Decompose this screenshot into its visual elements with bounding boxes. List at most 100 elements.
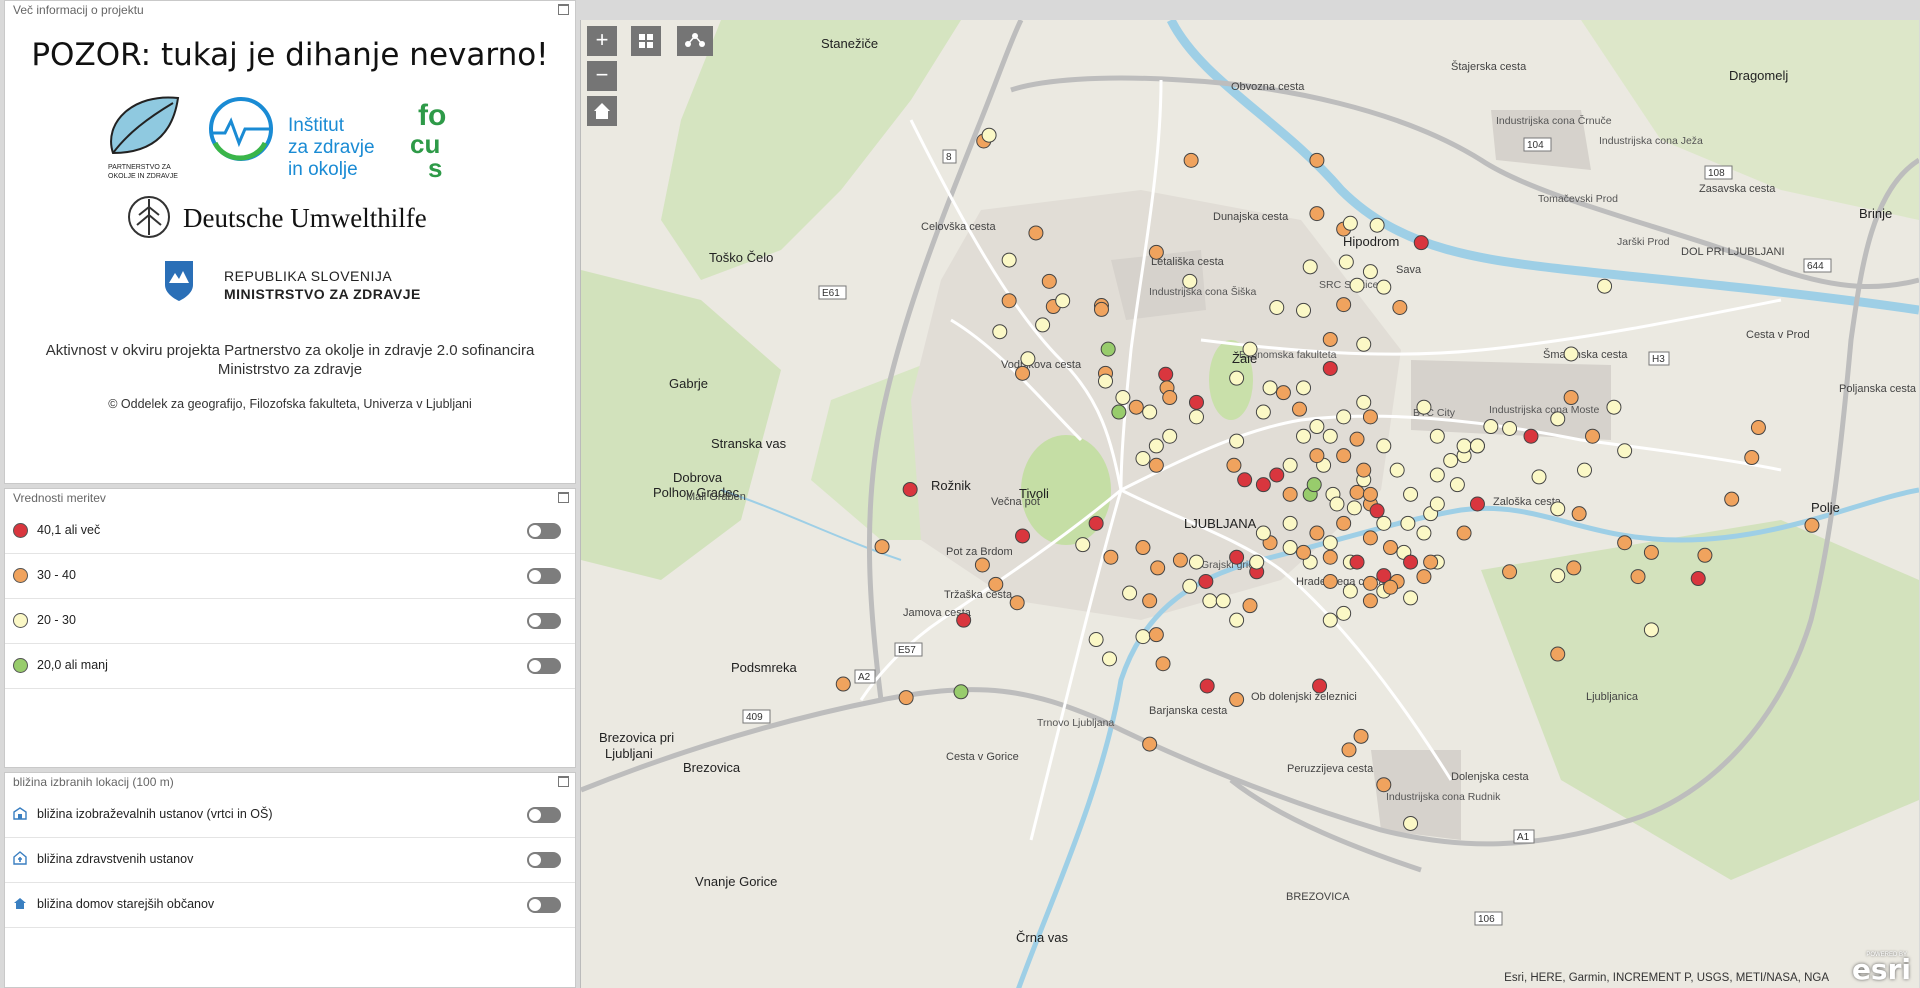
measurement-point[interactable] [1148, 627, 1164, 643]
measurement-point[interactable] [1135, 629, 1151, 645]
measurement-point[interactable] [902, 481, 918, 497]
measurement-point[interactable] [1416, 569, 1432, 585]
measurement-point[interactable] [1115, 390, 1131, 406]
measurement-point[interactable] [1376, 777, 1392, 793]
measurement-point[interactable] [1183, 152, 1199, 168]
measurement-point[interactable] [1093, 301, 1109, 317]
measurement-point[interactable] [1429, 467, 1445, 483]
measurement-point[interactable] [1362, 264, 1378, 280]
maximize-icon[interactable] [558, 492, 569, 503]
measurement-point[interactable] [1296, 302, 1312, 318]
measurement-point[interactable] [1028, 225, 1044, 241]
measurement-point[interactable] [1309, 419, 1325, 435]
measurement-point[interactable] [1423, 554, 1439, 570]
measurement-point[interactable] [1502, 420, 1518, 436]
measurement-point[interactable] [1135, 540, 1151, 556]
measurement-point[interactable] [1356, 394, 1372, 410]
measurement-point[interactable] [1550, 501, 1566, 517]
measurement-point[interactable] [974, 557, 990, 573]
measurement-point[interactable] [1336, 515, 1352, 531]
measurement-point[interactable] [1449, 477, 1465, 493]
measurement-point[interactable] [1296, 544, 1312, 560]
measurement-point[interactable] [1382, 540, 1398, 556]
map-view[interactable]: Stanežiče Dragomelj Brinje Toško Čelo Gabrje… [580, 20, 1919, 988]
measurement-point[interactable] [1403, 815, 1419, 831]
measurement-point[interactable] [1403, 486, 1419, 502]
measurement-point[interactable] [1469, 438, 1485, 454]
measurement-point[interactable] [1744, 450, 1760, 466]
measurement-point[interactable] [1550, 646, 1566, 662]
measurement-point[interactable] [874, 539, 890, 555]
measurement-point[interactable] [1041, 273, 1057, 289]
measurement-point[interactable] [1329, 496, 1345, 512]
measurement-point[interactable] [1075, 537, 1091, 553]
measurement-point[interactable] [1150, 560, 1166, 576]
measurement-point[interactable] [1188, 394, 1204, 410]
measurement-point[interactable] [1312, 678, 1328, 694]
zoom-out-button[interactable]: − [587, 61, 617, 91]
measurement-point[interactable] [1369, 217, 1385, 233]
measurement-point[interactable] [1309, 206, 1325, 222]
measurement-point[interactable] [953, 684, 969, 700]
measurement-point[interactable] [1001, 293, 1017, 309]
home-button[interactable] [587, 96, 617, 126]
measurement-point[interactable] [1188, 554, 1204, 570]
measurement-point[interactable] [1416, 525, 1432, 541]
measurement-point[interactable] [1571, 506, 1587, 522]
measurement-point[interactable] [1523, 428, 1539, 444]
measurement-point[interactable] [1015, 365, 1031, 381]
measurement-point[interactable] [1342, 215, 1358, 231]
measurement-point[interactable] [1296, 380, 1312, 396]
measurement-point[interactable] [1142, 736, 1158, 752]
measurement-point[interactable] [1309, 525, 1325, 541]
legend-toggle[interactable] [527, 658, 561, 674]
measurement-point[interactable] [1255, 477, 1271, 493]
measurement-point[interactable] [1369, 503, 1385, 519]
measurement-point[interactable] [1429, 428, 1445, 444]
measurement-point[interactable] [1215, 593, 1231, 609]
measurement-point[interactable] [1341, 742, 1357, 758]
measurement-point[interactable] [988, 576, 1004, 592]
measurement-point[interactable] [1055, 293, 1071, 309]
measurement-point[interactable] [1750, 420, 1766, 436]
measurement-point[interactable] [1309, 152, 1325, 168]
legend-toggle[interactable] [527, 613, 561, 629]
measurement-point[interactable] [1376, 438, 1392, 454]
measurement-point[interactable] [1349, 277, 1365, 293]
measurement-point[interactable] [1148, 438, 1164, 454]
measurement-point[interactable] [1429, 496, 1445, 512]
measurement-point[interactable] [1275, 385, 1291, 401]
measurement-point[interactable] [1100, 341, 1116, 357]
measurement-point[interactable] [1282, 515, 1298, 531]
measurement-point[interactable] [1336, 605, 1352, 621]
measurement-point[interactable] [1483, 419, 1499, 435]
measurement-point[interactable] [1322, 535, 1338, 551]
measurement-point[interactable] [1550, 568, 1566, 584]
measurement-point[interactable] [1617, 443, 1633, 459]
measurement-point[interactable] [1336, 409, 1352, 425]
measurement-point[interactable] [1502, 564, 1518, 580]
measurement-point[interactable] [1362, 486, 1378, 502]
measurement-point[interactable] [1306, 477, 1322, 493]
measurement-point[interactable] [1282, 457, 1298, 473]
measurement-point[interactable] [1172, 552, 1188, 568]
measurement-point[interactable] [1336, 297, 1352, 313]
measurement-point[interactable] [1392, 299, 1408, 315]
measurement-point[interactable] [981, 127, 997, 143]
measurement-point[interactable] [898, 690, 914, 706]
measurement-point[interactable] [1282, 540, 1298, 556]
maximize-icon[interactable] [558, 776, 569, 787]
measurement-point[interactable] [1237, 472, 1253, 488]
measurement-point[interactable] [1322, 428, 1338, 444]
measurement-point[interactable] [1097, 373, 1113, 389]
measurement-point[interactable] [1202, 593, 1218, 609]
measurement-point[interactable] [1155, 656, 1171, 672]
measurement-point[interactable] [1356, 462, 1372, 478]
measurement-point[interactable] [1585, 428, 1601, 444]
measurement-point[interactable] [1255, 525, 1271, 541]
maximize-icon[interactable] [558, 4, 569, 15]
measurement-point[interactable] [1413, 235, 1429, 251]
basemap[interactable]: Stanežiče Dragomelj Brinje Toško Čelo Gabrje… [581, 20, 1919, 988]
measurement-point[interactable] [1199, 678, 1215, 694]
measurement-point[interactable] [1346, 500, 1362, 516]
